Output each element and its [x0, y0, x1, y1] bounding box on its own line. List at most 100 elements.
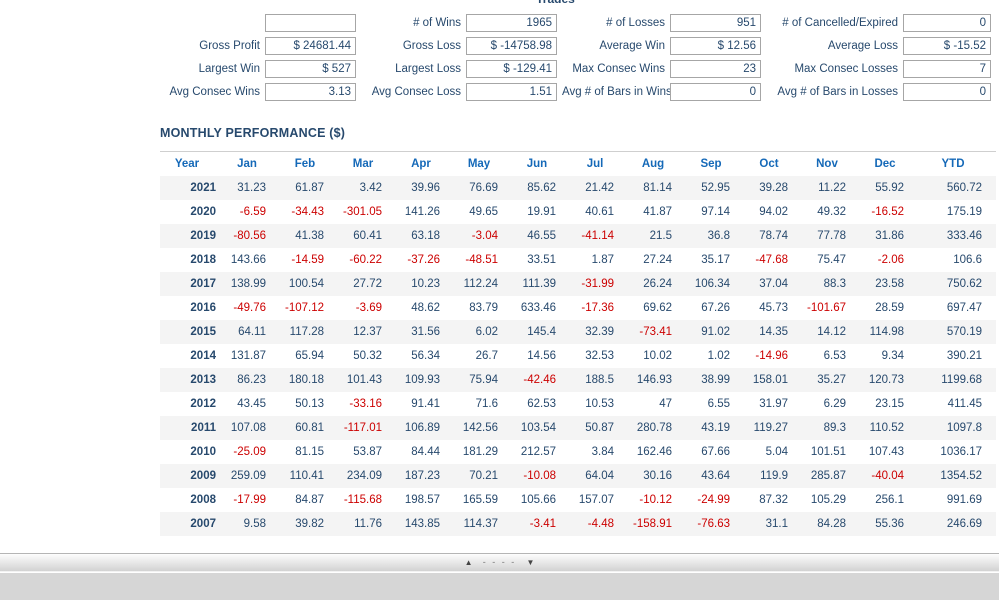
stat-label: Max Consec Losses: [794, 63, 898, 75]
value-cell: 285.87: [810, 469, 846, 482]
value-cell: 14.56: [527, 349, 556, 362]
value-cell: -4.48: [587, 517, 614, 530]
value-cell: -3.04: [471, 229, 498, 242]
value-cell: -3.41: [529, 517, 556, 530]
value-cell: -60.22: [349, 253, 382, 266]
value-cell: 31.97: [759, 397, 788, 410]
value-cell: 11.22: [818, 181, 846, 194]
year-cell: 2016: [190, 301, 216, 314]
stat-value-field[interactable]: $ -15.52: [903, 37, 991, 55]
value-cell: 6.29: [823, 397, 846, 410]
value-cell: 109.93: [404, 373, 440, 386]
value-cell: 97.14: [701, 205, 730, 218]
column-header-sep: Sep: [700, 157, 722, 170]
table-row: 2012 43.45 50.13 -33.16 91.41 71.6 62.53 10.53 4…: [160, 392, 996, 416]
value-cell: 50.32: [353, 349, 382, 362]
stat-value-field[interactable]: $ 24681.44: [265, 37, 356, 55]
value-cell: 23.58: [875, 277, 904, 290]
column-header-jan: Jan: [237, 157, 257, 170]
value-cell: 39.96: [411, 181, 440, 194]
value-cell: 114.37: [463, 517, 498, 530]
stat-value-field[interactable]: 7: [903, 60, 991, 78]
stat-value-field[interactable]: $ 12.56: [670, 37, 761, 55]
monthly-table-body: 2021 31.23 61.87 3.42 39.96 76.69 85.62 21.42 81…: [160, 175, 996, 536]
value-cell: -2.06: [877, 253, 904, 266]
stat-value-field[interactable]: 23: [670, 60, 761, 78]
stat-value-field[interactable]: 0: [903, 14, 991, 32]
value-cell: -17.36: [581, 301, 614, 314]
value-cell: 52.95: [701, 181, 730, 194]
value-cell: -31.99: [581, 277, 614, 290]
column-header-oct: Oct: [759, 157, 779, 170]
stat-label: Average Win: [599, 40, 665, 52]
value-cell: 76.69: [469, 181, 498, 194]
stat-value-field[interactable]: 0: [670, 83, 761, 101]
value-cell: 234.09: [346, 469, 382, 482]
value-cell: -41.14: [581, 229, 614, 242]
value-cell: -117.01: [343, 421, 382, 434]
stat-value-field[interactable]: 3.13: [265, 83, 356, 101]
stat-label: Avg Consec Loss: [371, 86, 461, 98]
value-cell: -301.05: [342, 205, 382, 218]
value-cell: 143.66: [230, 253, 266, 266]
stat-value-field[interactable]: [265, 14, 356, 32]
value-cell: 49.65: [469, 205, 498, 218]
value-cell: -48.51: [465, 253, 498, 266]
year-cell: 2009: [190, 469, 216, 482]
value-cell: 88.3: [823, 277, 846, 290]
value-cell: 10.23: [411, 277, 440, 290]
value-cell: 27.72: [353, 277, 382, 290]
value-cell: -73.41: [639, 325, 672, 338]
value-cell: 157.07: [578, 493, 614, 506]
stat-value-field[interactable]: 951: [670, 14, 761, 32]
value-cell: 35.27: [817, 373, 846, 386]
scroll-down-icon[interactable]: ▼: [526, 554, 534, 571]
value-cell: 1354.52: [940, 469, 982, 482]
year-cell: 2013: [190, 373, 216, 386]
value-cell: -80.56: [233, 229, 266, 242]
stat-value-field[interactable]: $ -14758.98: [466, 37, 557, 55]
stat-value-field[interactable]: $ -129.41: [466, 60, 557, 78]
splitter-bar[interactable]: ▲ - - - - ▼: [0, 553, 999, 572]
value-cell: 83.79: [469, 301, 498, 314]
splitter-drag-dots[interactable]: - - - -: [483, 554, 517, 571]
value-cell: 1036.17: [940, 445, 982, 458]
value-cell: 158.01: [752, 373, 788, 386]
value-cell: 43.64: [701, 469, 730, 482]
table-header-row: Year Jan Feb Mar Apr May Jun Jul Aug Sep Oct Nov Dec…: [160, 152, 996, 176]
stat-value-field[interactable]: $ 527: [265, 60, 356, 78]
table-row: 2017 138.99 100.54 27.72 10.23 112.24 111.39 -3…: [160, 271, 996, 296]
value-cell: 991.69: [946, 493, 982, 506]
value-cell: 27.24: [643, 253, 672, 266]
value-cell: 63.18: [411, 229, 440, 242]
stat-value-field[interactable]: 1965: [466, 14, 557, 32]
year-cell: 2015: [190, 325, 216, 338]
value-cell: 21.5: [649, 229, 672, 242]
column-header-year: Year: [174, 157, 200, 170]
value-cell: 181.29: [462, 445, 498, 458]
year-cell: 2007: [190, 517, 216, 530]
value-cell: 142.56: [462, 421, 498, 434]
year-cell: 2018: [190, 253, 216, 266]
value-cell: 84.28: [817, 517, 846, 530]
value-cell: 60.41: [353, 229, 382, 242]
value-cell: 28.59: [875, 301, 904, 314]
monthly-performance-title: MONTHLY PERFORMANCE ($): [160, 126, 346, 140]
stat-label: # of Cancelled/Expired: [782, 17, 898, 29]
stat-value-field[interactable]: 1.51: [466, 83, 557, 101]
value-cell: 1097.8: [946, 421, 982, 434]
value-cell: 40.61: [585, 205, 614, 218]
table-row: 2020 -6.59 -34.43 -301.05 141.26 49.65 19.91 40…: [160, 200, 996, 224]
value-cell: 162.46: [636, 445, 672, 458]
year-cell: 2008: [190, 493, 216, 506]
value-cell: 31.56: [411, 325, 440, 338]
scroll-up-icon[interactable]: ▲: [465, 554, 473, 571]
stat-value-field[interactable]: 0: [903, 83, 991, 101]
value-cell: 61.87: [295, 181, 324, 194]
value-cell: 10.53: [585, 397, 614, 410]
column-header-jun: Jun: [526, 157, 548, 170]
report-page: Trades # of Wins 1965 # of Losses 951 # of C…: [0, 0, 999, 600]
value-cell: 1.87: [591, 253, 614, 266]
value-cell: -101.67: [806, 301, 846, 314]
value-cell: 46.55: [527, 229, 556, 242]
